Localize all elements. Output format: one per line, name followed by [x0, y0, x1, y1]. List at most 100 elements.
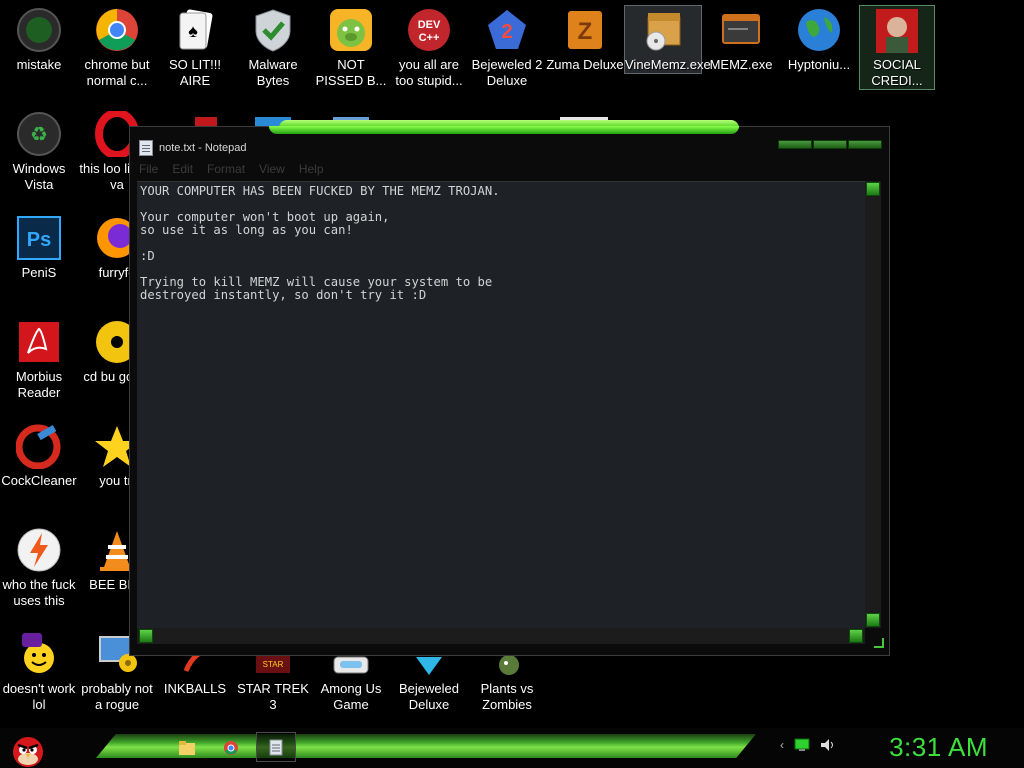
desktop-icon-lightning[interactable]: who the fuck uses this [0, 526, 78, 609]
chrome-icon [93, 6, 141, 54]
scroll-down-button[interactable] [866, 613, 880, 627]
zuma-icon: Z [561, 6, 609, 54]
taskbar: ‹ 3:31 AM [0, 728, 1024, 768]
maximize-button[interactable] [813, 140, 847, 149]
desktop-icon-social-credit[interactable]: SOCIAL CREDI... [859, 5, 935, 90]
photoshop-icon: Ps [15, 214, 63, 262]
volume-icon[interactable] [820, 738, 836, 752]
desktop-icon-label: chrome but normal c... [84, 57, 150, 88]
desktop-icon-label: Hyptoniu... [787, 57, 851, 72]
desktop-icon-label: SOCIAL CREDI... [871, 57, 923, 88]
gem-icon: 2 [483, 6, 531, 54]
angry-bird-icon [13, 737, 43, 767]
pig-icon [327, 6, 375, 54]
scroll-left-button[interactable] [139, 629, 153, 643]
svg-text:C++: C++ [419, 32, 440, 44]
playing-cards-icon: ♠ [171, 6, 219, 54]
chevron-icon[interactable]: ‹ [780, 738, 784, 752]
window-glow [269, 126, 739, 134]
desktop-icon-windows-vista[interactable]: ♻ Windows Vista [0, 110, 78, 193]
desktop-icon-label: Among Us Game [320, 681, 382, 712]
desktop-icon-photoshop[interactable]: Ps PeniS [0, 214, 78, 281]
desktop-icon-memz[interactable]: MEMZ.exe [702, 6, 780, 73]
desktop-icon-hyptonium[interactable]: Hyptoniu... [780, 6, 858, 73]
desktop-icon-label: doesn't work lol [2, 681, 76, 712]
menu-edit[interactable]: Edit [172, 162, 193, 178]
shield-check-icon [249, 6, 297, 54]
svg-text:2: 2 [501, 21, 512, 43]
window-controls [778, 140, 882, 149]
svg-text:STAR: STAR [263, 660, 284, 669]
desktop-icon-label: SO LIT!!! AIRE [168, 57, 221, 88]
yahoo-messenger-icon [15, 630, 63, 678]
text-editor[interactable]: YOUR COMPUTER HAS BEEN FUCKED BY THE MEM… [137, 181, 865, 628]
desktop-icon-mistake[interactable]: mistake [0, 6, 78, 73]
executable-icon [717, 6, 765, 54]
package-icon [639, 6, 687, 54]
desktop-icon-label: MEMZ.exe [709, 57, 773, 72]
globe-icon [795, 6, 843, 54]
notepad-window[interactable]: note.txt - Notepad File Edit Format View… [129, 120, 890, 656]
desktop-icon-malwarebytes[interactable]: Malware Bytes [234, 6, 312, 89]
vertical-scrollbar[interactable] [865, 181, 881, 628]
title-bar[interactable]: note.txt - Notepad [135, 136, 884, 160]
resize-grip[interactable] [874, 638, 884, 648]
desktop-icon-vinememz[interactable]: VineMemz.exe [624, 5, 711, 74]
minimize-button[interactable] [778, 140, 812, 149]
desktop-icon-morbius-reader[interactable]: Morbius Reader [0, 318, 78, 401]
desktop-icon-label: Bejeweled Deluxe [399, 681, 459, 712]
desktop-icon-zuma[interactable]: Z Zuma Deluxe [546, 6, 624, 73]
menu-file[interactable]: File [139, 162, 158, 178]
menu-bar: File Edit Format View Help [139, 162, 324, 178]
taskbar-clock[interactable]: 3:31 AM [889, 732, 988, 763]
desktop-icon-pig[interactable]: NOT PISSED B... [312, 6, 390, 89]
desktop-icon-chrome[interactable]: chrome but normal c... [78, 6, 156, 89]
recycle-icon: ♻ [15, 110, 63, 158]
desktop-icon-label: Plants vs Zombies [480, 681, 534, 712]
desktop-icon-label: NOT PISSED B... [315, 57, 387, 88]
desktop-icon-label: PeniS [21, 265, 57, 280]
notepad-icon [269, 739, 283, 756]
chrome-icon [224, 741, 238, 755]
horizontal-scrollbar[interactable] [137, 628, 865, 644]
taskbar-chrome[interactable] [218, 736, 244, 760]
desktop-icon-label: Zuma Deluxe [546, 57, 624, 72]
desktop-icon-label: who the fuck uses this [2, 577, 76, 608]
taskbar-explorer[interactable] [174, 736, 200, 760]
network-icon[interactable] [794, 738, 810, 752]
document-text: YOUR COMPUTER HAS BEEN FUCKED BY THE MEM… [140, 184, 500, 302]
desktop-icon-label: CockCleaner [1, 473, 77, 488]
lightning-icon [15, 526, 63, 574]
taskbar-notepad[interactable] [256, 732, 296, 762]
portrait-icon [873, 6, 921, 54]
window-title: note.txt - Notepad [159, 142, 247, 154]
menu-format[interactable]: Format [207, 162, 245, 178]
desktop-icon-label: VineMemz.exe [625, 57, 711, 72]
svg-text:Ps: Ps [27, 229, 51, 251]
desktop-icon-label: STAR TREK 3 [237, 681, 309, 712]
ccleaner-icon [15, 422, 63, 470]
scroll-up-button[interactable] [866, 182, 880, 196]
desktop-icon-label: Bejeweled 2 Deluxe [471, 57, 543, 88]
desktop-icon-bejeweled2[interactable]: 2 Bejeweled 2 Deluxe [468, 6, 546, 89]
circle-icon [15, 6, 63, 54]
pdf-icon [15, 318, 63, 366]
notepad-icon [139, 140, 153, 156]
menu-view[interactable]: View [259, 162, 285, 178]
desktop-icon-label: you all are too stupid... [395, 57, 463, 88]
desktop-icon-label: probably not a rogue [81, 681, 153, 712]
desktop-icon-devcpp[interactable]: DEV C++ you all are too stupid... [390, 6, 468, 89]
system-tray: ‹ [780, 738, 836, 752]
desktop-icon-label: mistake [16, 57, 62, 72]
desktop-icon-solitaire[interactable]: ♠ SO LIT!!! AIRE [156, 6, 234, 89]
desktop-icon-yahoo[interactable]: doesn't work lol [0, 630, 78, 713]
scroll-right-button[interactable] [849, 629, 863, 643]
desktop-icon-label: Malware Bytes [248, 57, 298, 88]
svg-text:♻: ♻ [30, 124, 48, 146]
menu-help[interactable]: Help [299, 162, 324, 178]
start-button[interactable] [8, 728, 48, 768]
svg-text:Z: Z [578, 18, 593, 45]
svg-text:♠: ♠ [188, 21, 198, 41]
desktop-icon-ccleaner[interactable]: CockCleaner [0, 422, 78, 489]
close-button[interactable] [848, 140, 882, 149]
